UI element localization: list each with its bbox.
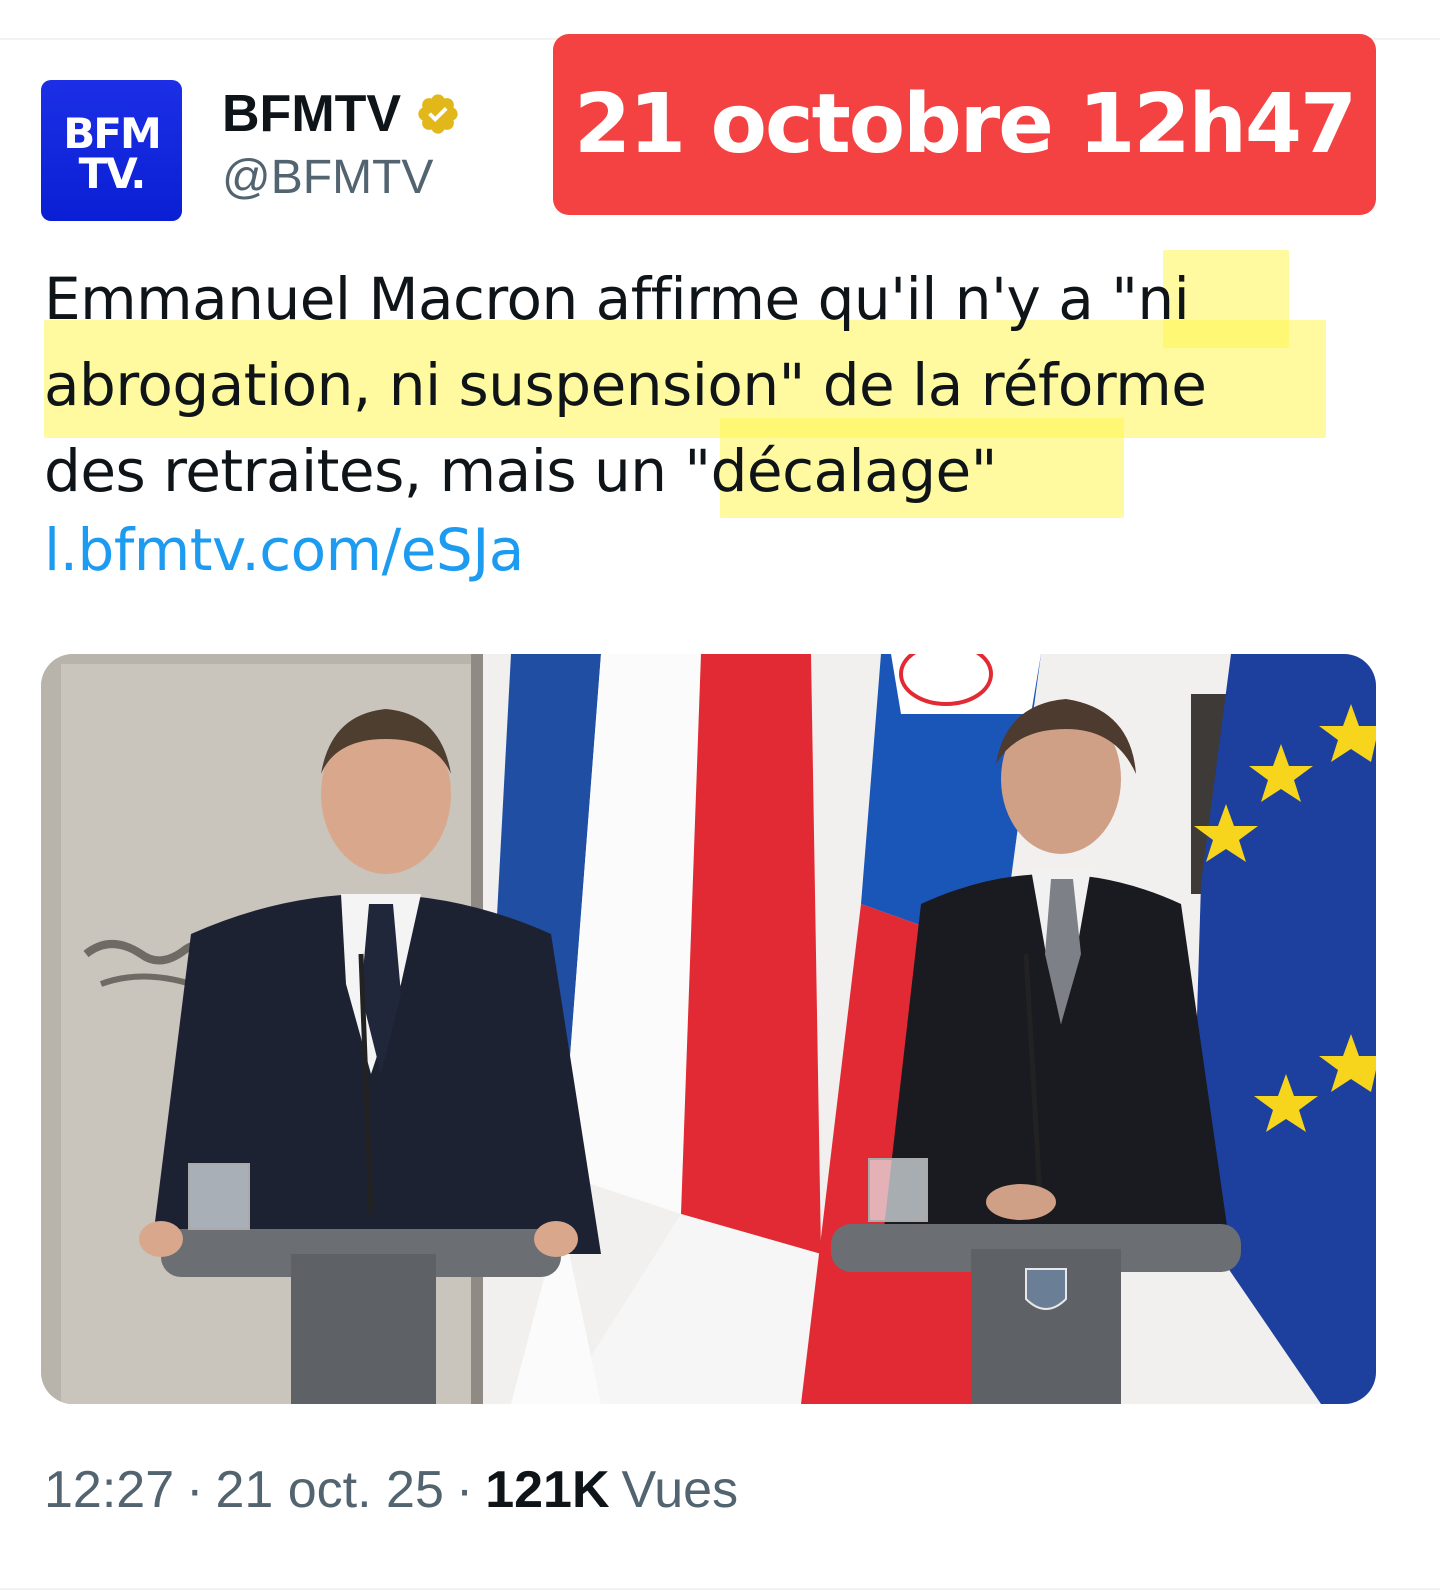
views-count[interactable]: 121K [485,1460,609,1520]
display-name-row[interactable]: BFMTV [222,84,461,144]
views-label: Vues [621,1461,739,1519]
tweet-text-line: des retraites, mais un "décalage" [44,437,997,505]
tweet-text-line: Emmanuel Macron affirme qu'il n'y a "ni [44,265,1190,333]
meta-separator: · [186,1461,204,1519]
date-stamp-text: 21 octobre 12h47 [573,77,1357,172]
tweet-media-photo[interactable] [41,654,1376,1404]
tweet-meta: 12:27 · 21 oct. 25 · 121K Vues [44,1455,738,1525]
verified-badge-icon [418,94,458,134]
press-conference-photo [41,654,1376,1404]
tweet-text-line: abrogation, ni suspension" de la réforme [44,351,1207,419]
bottom-divider [0,1588,1440,1590]
tweet-date[interactable]: 21 oct. 25 [215,1460,443,1520]
avatar-logo-line-2: TV. [78,149,147,198]
date-stamp-overlay: 21 octobre 12h47 [553,34,1376,215]
meta-separator: · [455,1461,474,1519]
tweet-time[interactable]: 12:27 [44,1460,174,1520]
tweet-text: Emmanuel Macron affirme qu'il n'y a "ni … [44,256,1404,514]
tweet-link[interactable]: l.bfmtv.com/eSJa [44,516,524,584]
display-name[interactable]: BFMTV [222,84,401,144]
account-avatar[interactable]: BFM TV. [41,80,182,221]
account-handle[interactable]: @BFMTV [222,150,433,205]
